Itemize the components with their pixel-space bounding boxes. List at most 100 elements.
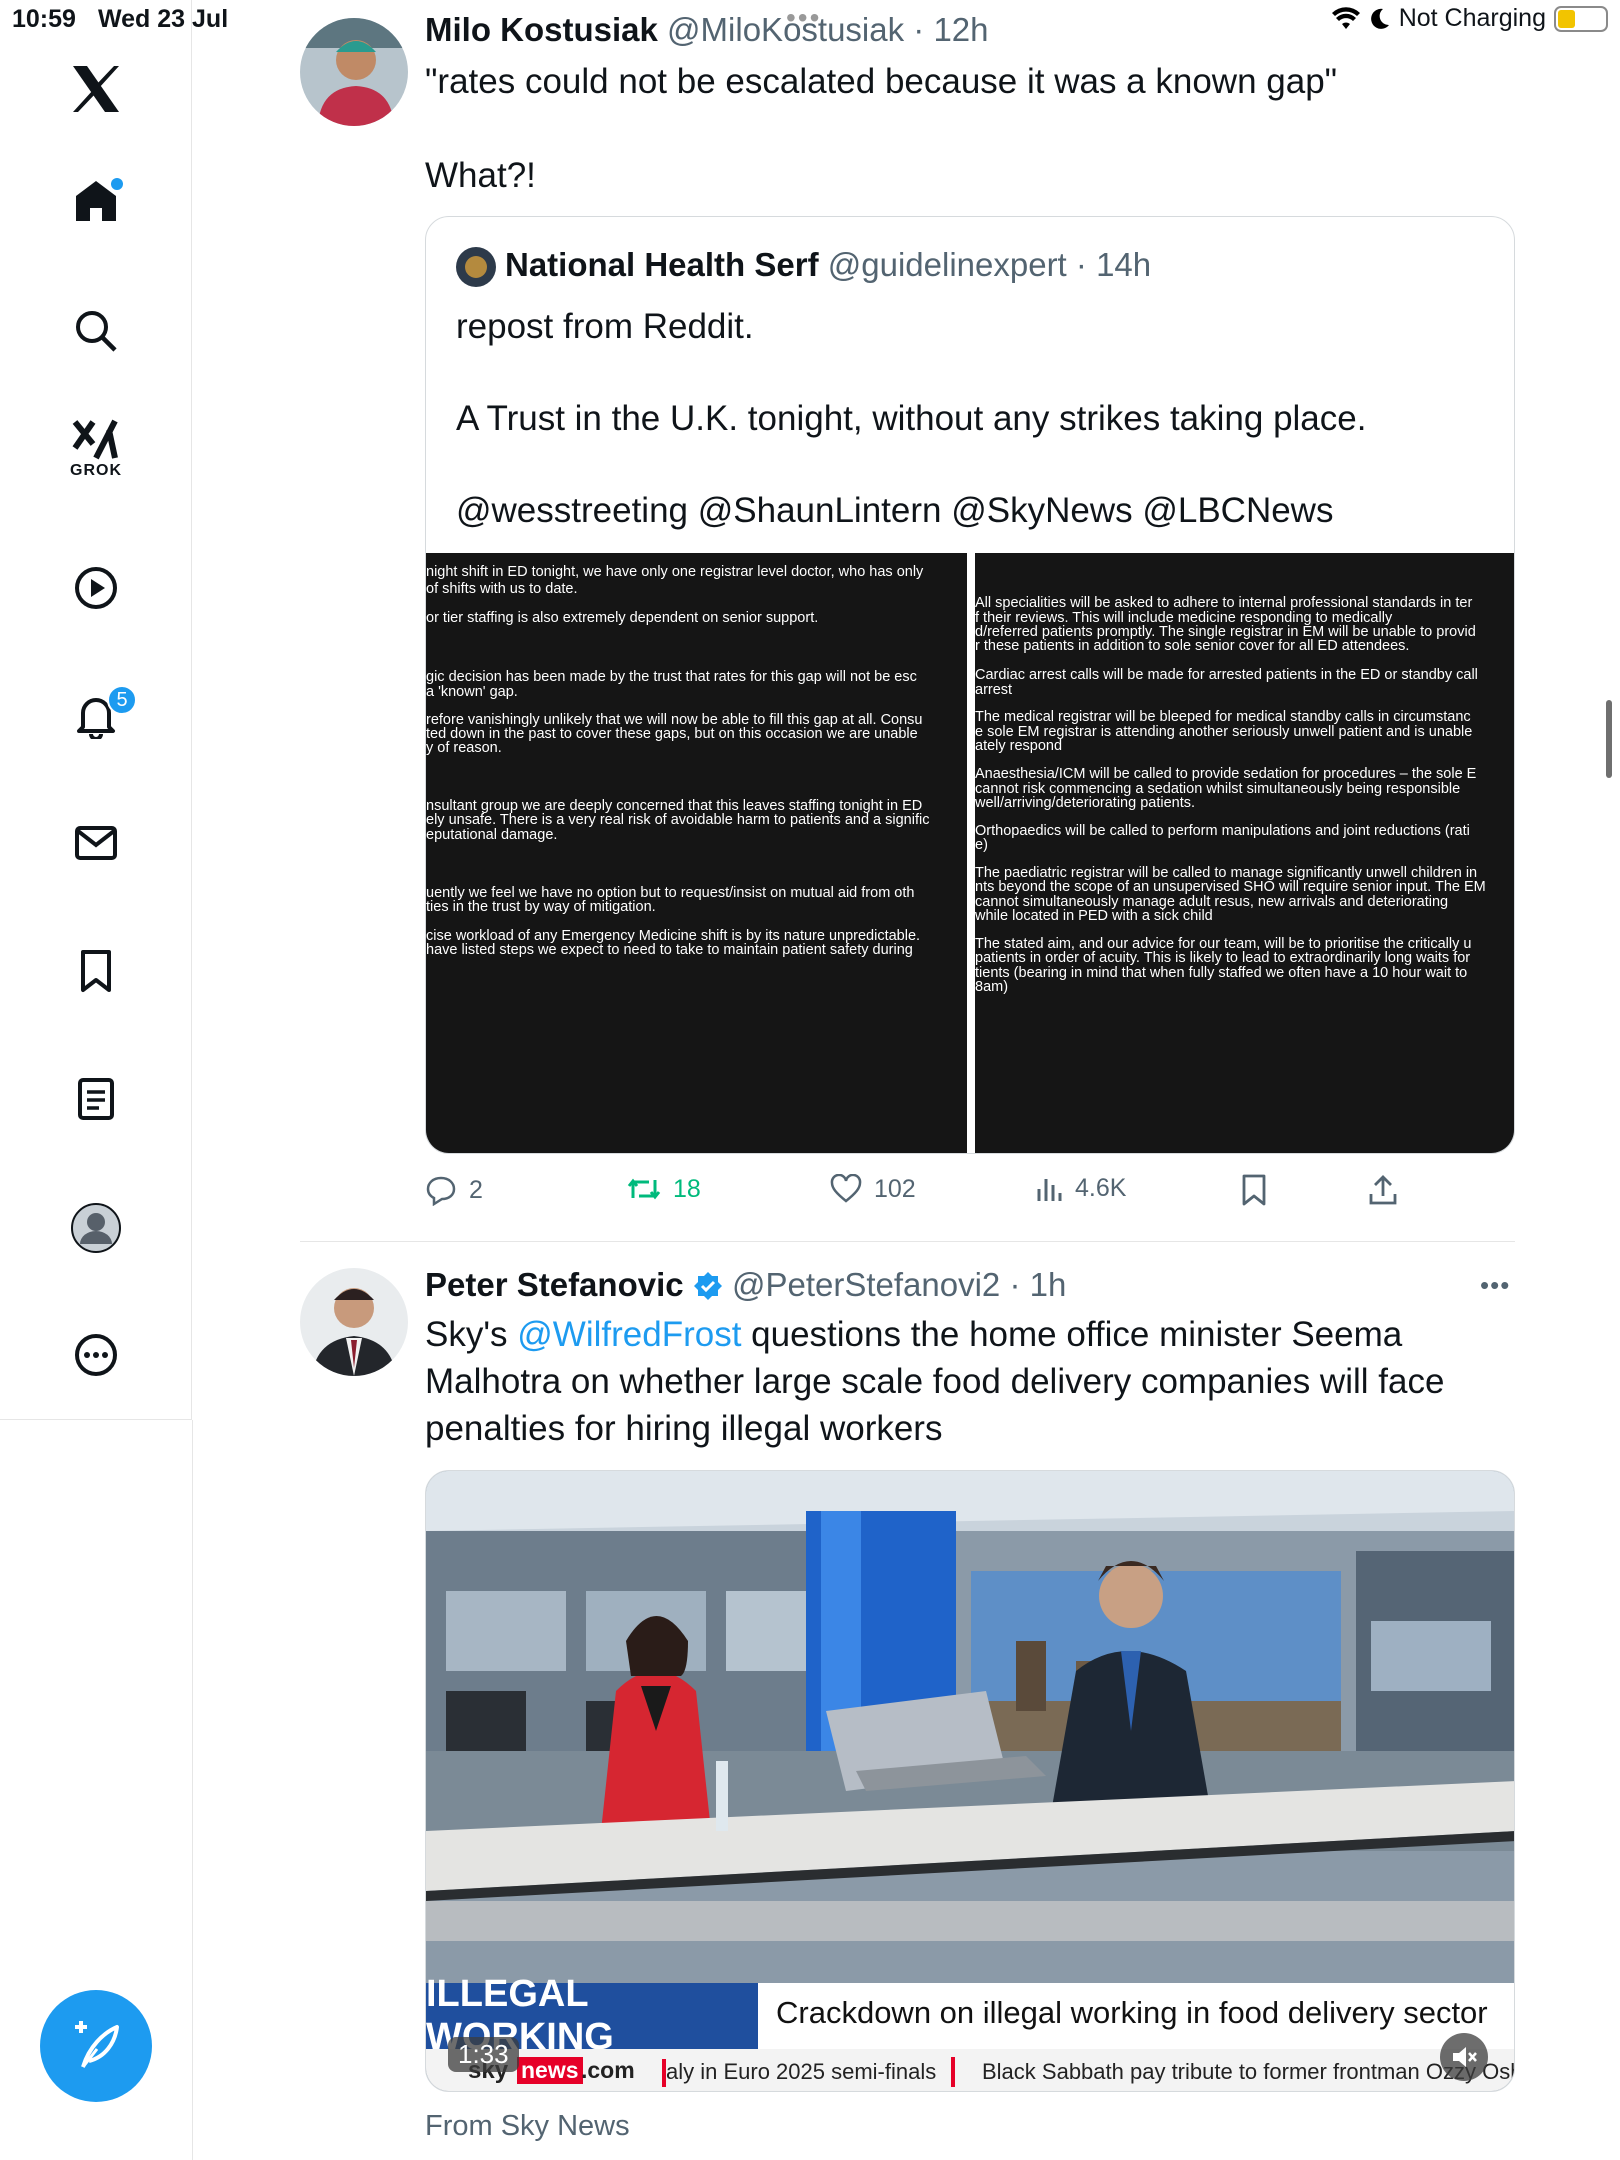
video-duration: 1:33 <box>448 2037 519 2072</box>
avatar-peter[interactable] <box>300 1268 408 1376</box>
document-text-line: while located in PED with a sick child <box>975 908 1213 925</box>
tweet1-actions: 2 18 102 4.6K <box>425 1170 1515 1218</box>
heart-icon <box>830 1174 862 1203</box>
tweet-separator <box>300 1241 1515 1242</box>
home-unread-dot <box>111 178 123 190</box>
views-count: 4.6K <box>1075 1174 1127 1202</box>
document-text-line: 8am) <box>975 979 1009 996</box>
tweet1-text-line2: What?! <box>425 156 536 195</box>
bookmark-outline-icon <box>1242 1174 1266 1206</box>
video-player[interactable]: ILLEGAL WORKING Crackdown on illegal wor… <box>425 1470 1515 2092</box>
profile-avatar-icon[interactable] <box>55 1187 137 1269</box>
notifications-nav[interactable]: 5 <box>55 675 137 757</box>
quote-text-line2: A Trust in the U.K. tonight, without any… <box>456 399 1367 438</box>
document-text-line: ately respond <box>975 738 1063 755</box>
grok-icon <box>72 419 118 460</box>
banner-text: Crackdown on illegal working in food del… <box>776 1995 1488 2030</box>
quoted-tweet[interactable]: National Health Serf @guidelinexpert · 1… <box>425 216 1515 1154</box>
tweet2-handle[interactable]: @PeterStefanovi2 <box>732 1266 1000 1303</box>
document-text-line: of shifts with us to date. <box>426 580 578 597</box>
document-text-line: or tier staffing is also extremely depen… <box>426 609 819 626</box>
quote-time[interactable]: · 14h <box>1076 246 1151 283</box>
x-logo-icon[interactable] <box>55 48 137 130</box>
more-icon[interactable] <box>55 1314 137 1396</box>
tweet2-text-line2: Malhotra on whether large scale food del… <box>425 1362 1445 1401</box>
quote-avatar <box>456 247 496 287</box>
tweet1-text-line1: "rates could not be escalated because it… <box>425 62 1338 101</box>
ticker-divider-2 <box>951 2057 955 2087</box>
status-time: 10:59 <box>12 5 76 33</box>
tweet2-time[interactable]: · 1h <box>1009 1266 1066 1303</box>
compose-feather-icon <box>75 2021 119 2068</box>
tweet2-author-name[interactable]: Peter Stefanovic <box>425 1266 684 1303</box>
quote-header: National Health Serf @guidelinexpert · 1… <box>505 246 1151 284</box>
quote-author-name[interactable]: National Health Serf <box>505 246 819 283</box>
tweet2-mention-link[interactable]: @WilfredFrost <box>517 1315 741 1354</box>
document-text-line: y of reason. <box>426 740 502 757</box>
like-count: 102 <box>874 1174 916 1203</box>
compose-post-button[interactable] <box>40 1990 152 2102</box>
multitask-dots-icon[interactable]: ••• <box>786 2 821 34</box>
document-text-line: e) <box>975 837 988 854</box>
battery-status: Not Charging <box>1398 4 1546 32</box>
document-text-line: well/arriving/deteriorating patients. <box>975 794 1196 811</box>
grok-label: GROK <box>70 462 122 479</box>
tweet2-text-post: questions the home office minister Seema <box>741 1315 1403 1354</box>
share-button[interactable] <box>1367 1174 1399 1206</box>
tweet2-text: Sky's @WilfredFrost questions the home o… <box>425 1311 1525 1452</box>
lists-icon[interactable] <box>55 1058 137 1140</box>
ticker-item-1: aly in Euro 2025 semi-finals <box>666 2059 937 2084</box>
grok-nav[interactable]: GROK <box>55 408 137 490</box>
tweet2-more-icon[interactable]: ••• <box>1480 1270 1510 1301</box>
views-button[interactable]: 4.6K <box>1035 1174 1126 1203</box>
views-chart-icon <box>1037 1178 1062 1201</box>
status-bar: 10:59 Wed 23 Jul ••• Not Charging <box>0 0 1620 40</box>
tweet2-text-pre: Sky's <box>425 1315 518 1354</box>
document-text-line: ties in the trust by way of mitigation. <box>426 898 656 915</box>
mail-icon[interactable] <box>55 802 137 884</box>
status-right: Not Charging <box>1331 4 1608 33</box>
reply-icon <box>426 1176 456 1206</box>
repost-button[interactable]: 18 <box>627 1174 701 1204</box>
document-text-line: r these patients in addition to sole sen… <box>975 638 1410 655</box>
status-date: Wed 23 Jul <box>98 5 229 33</box>
speaker-muted-icon <box>1453 2047 1477 2067</box>
home-icon[interactable] <box>55 160 137 242</box>
document-text-line: Cardiac arrest calls will be made for ar… <box>975 667 1478 684</box>
search-icon[interactable] <box>55 290 137 372</box>
document-text-line: a 'known' gap. <box>426 683 518 700</box>
video-play-icon[interactable] <box>55 547 137 629</box>
quote-image-right[interactable]: All specialities will be asked to adhere… <box>975 553 1514 1153</box>
quote-handle[interactable]: @guidelinexpert <box>828 246 1067 283</box>
document-text-line: Orthopaedics will be called to perform m… <box>975 822 1470 839</box>
verified-badge-icon <box>693 1272 722 1300</box>
reply-button[interactable]: 2 <box>425 1174 483 1206</box>
document-text-line: arrest <box>975 681 1013 698</box>
bookmark-icon[interactable] <box>55 930 137 1012</box>
quote-text-line1: repost from Reddit. <box>456 307 754 346</box>
document-text-line: have listed steps we expect to need to t… <box>426 942 913 959</box>
moon-icon <box>1370 8 1389 29</box>
document-text-line: eputational damage. <box>426 826 558 843</box>
ticker-logo-com: .com <box>581 2057 635 2083</box>
like-button[interactable]: 102 <box>830 1174 916 1204</box>
scrollbar-thumb[interactable] <box>1606 700 1612 778</box>
repost-count: 18 <box>673 1174 701 1203</box>
sidebar-divider <box>192 1420 193 2160</box>
video-source[interactable]: From Sky News <box>425 2110 630 2143</box>
quote-text-line3: @wesstreeting @ShaunLintern @SkyNews @LB… <box>456 491 1334 530</box>
repost-icon <box>627 1178 661 1200</box>
ticker-logo-news: news <box>517 2057 583 2084</box>
reply-count: 2 <box>469 1175 483 1204</box>
quote-image-left[interactable]: night shift in ED tonight, we have only … <box>426 553 967 1153</box>
wifi-icon <box>1331 6 1360 29</box>
tweet2-text-line3: penalties for hiring illegal workers <box>425 1409 943 1448</box>
share-icon <box>1369 1175 1397 1205</box>
ticker-item-2: Black Sabbath pay tribute to former fron… <box>982 2059 1515 2084</box>
sidebar: GROK 5 <box>0 0 192 1420</box>
tweet2-header: Peter Stefanovic @PeterStefanovi2 · 1h <box>425 1266 1066 1304</box>
document-text-line: tients (bearing in mind that when fully … <box>975 964 1468 981</box>
battery-icon <box>1554 5 1608 32</box>
mute-button[interactable] <box>1440 2033 1488 2081</box>
bookmark-button[interactable] <box>1240 1174 1268 1206</box>
